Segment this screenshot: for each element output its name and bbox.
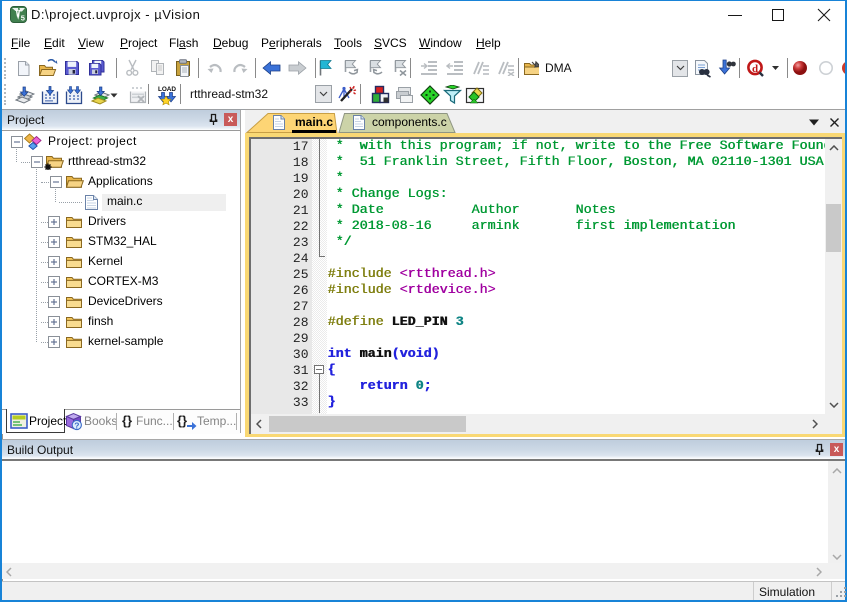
svg-text:?: ? xyxy=(74,420,79,430)
svg-text:LOAD: LOAD xyxy=(158,86,176,93)
svg-text:d: d xyxy=(752,63,758,75)
svg-text:5: 5 xyxy=(21,14,25,23)
